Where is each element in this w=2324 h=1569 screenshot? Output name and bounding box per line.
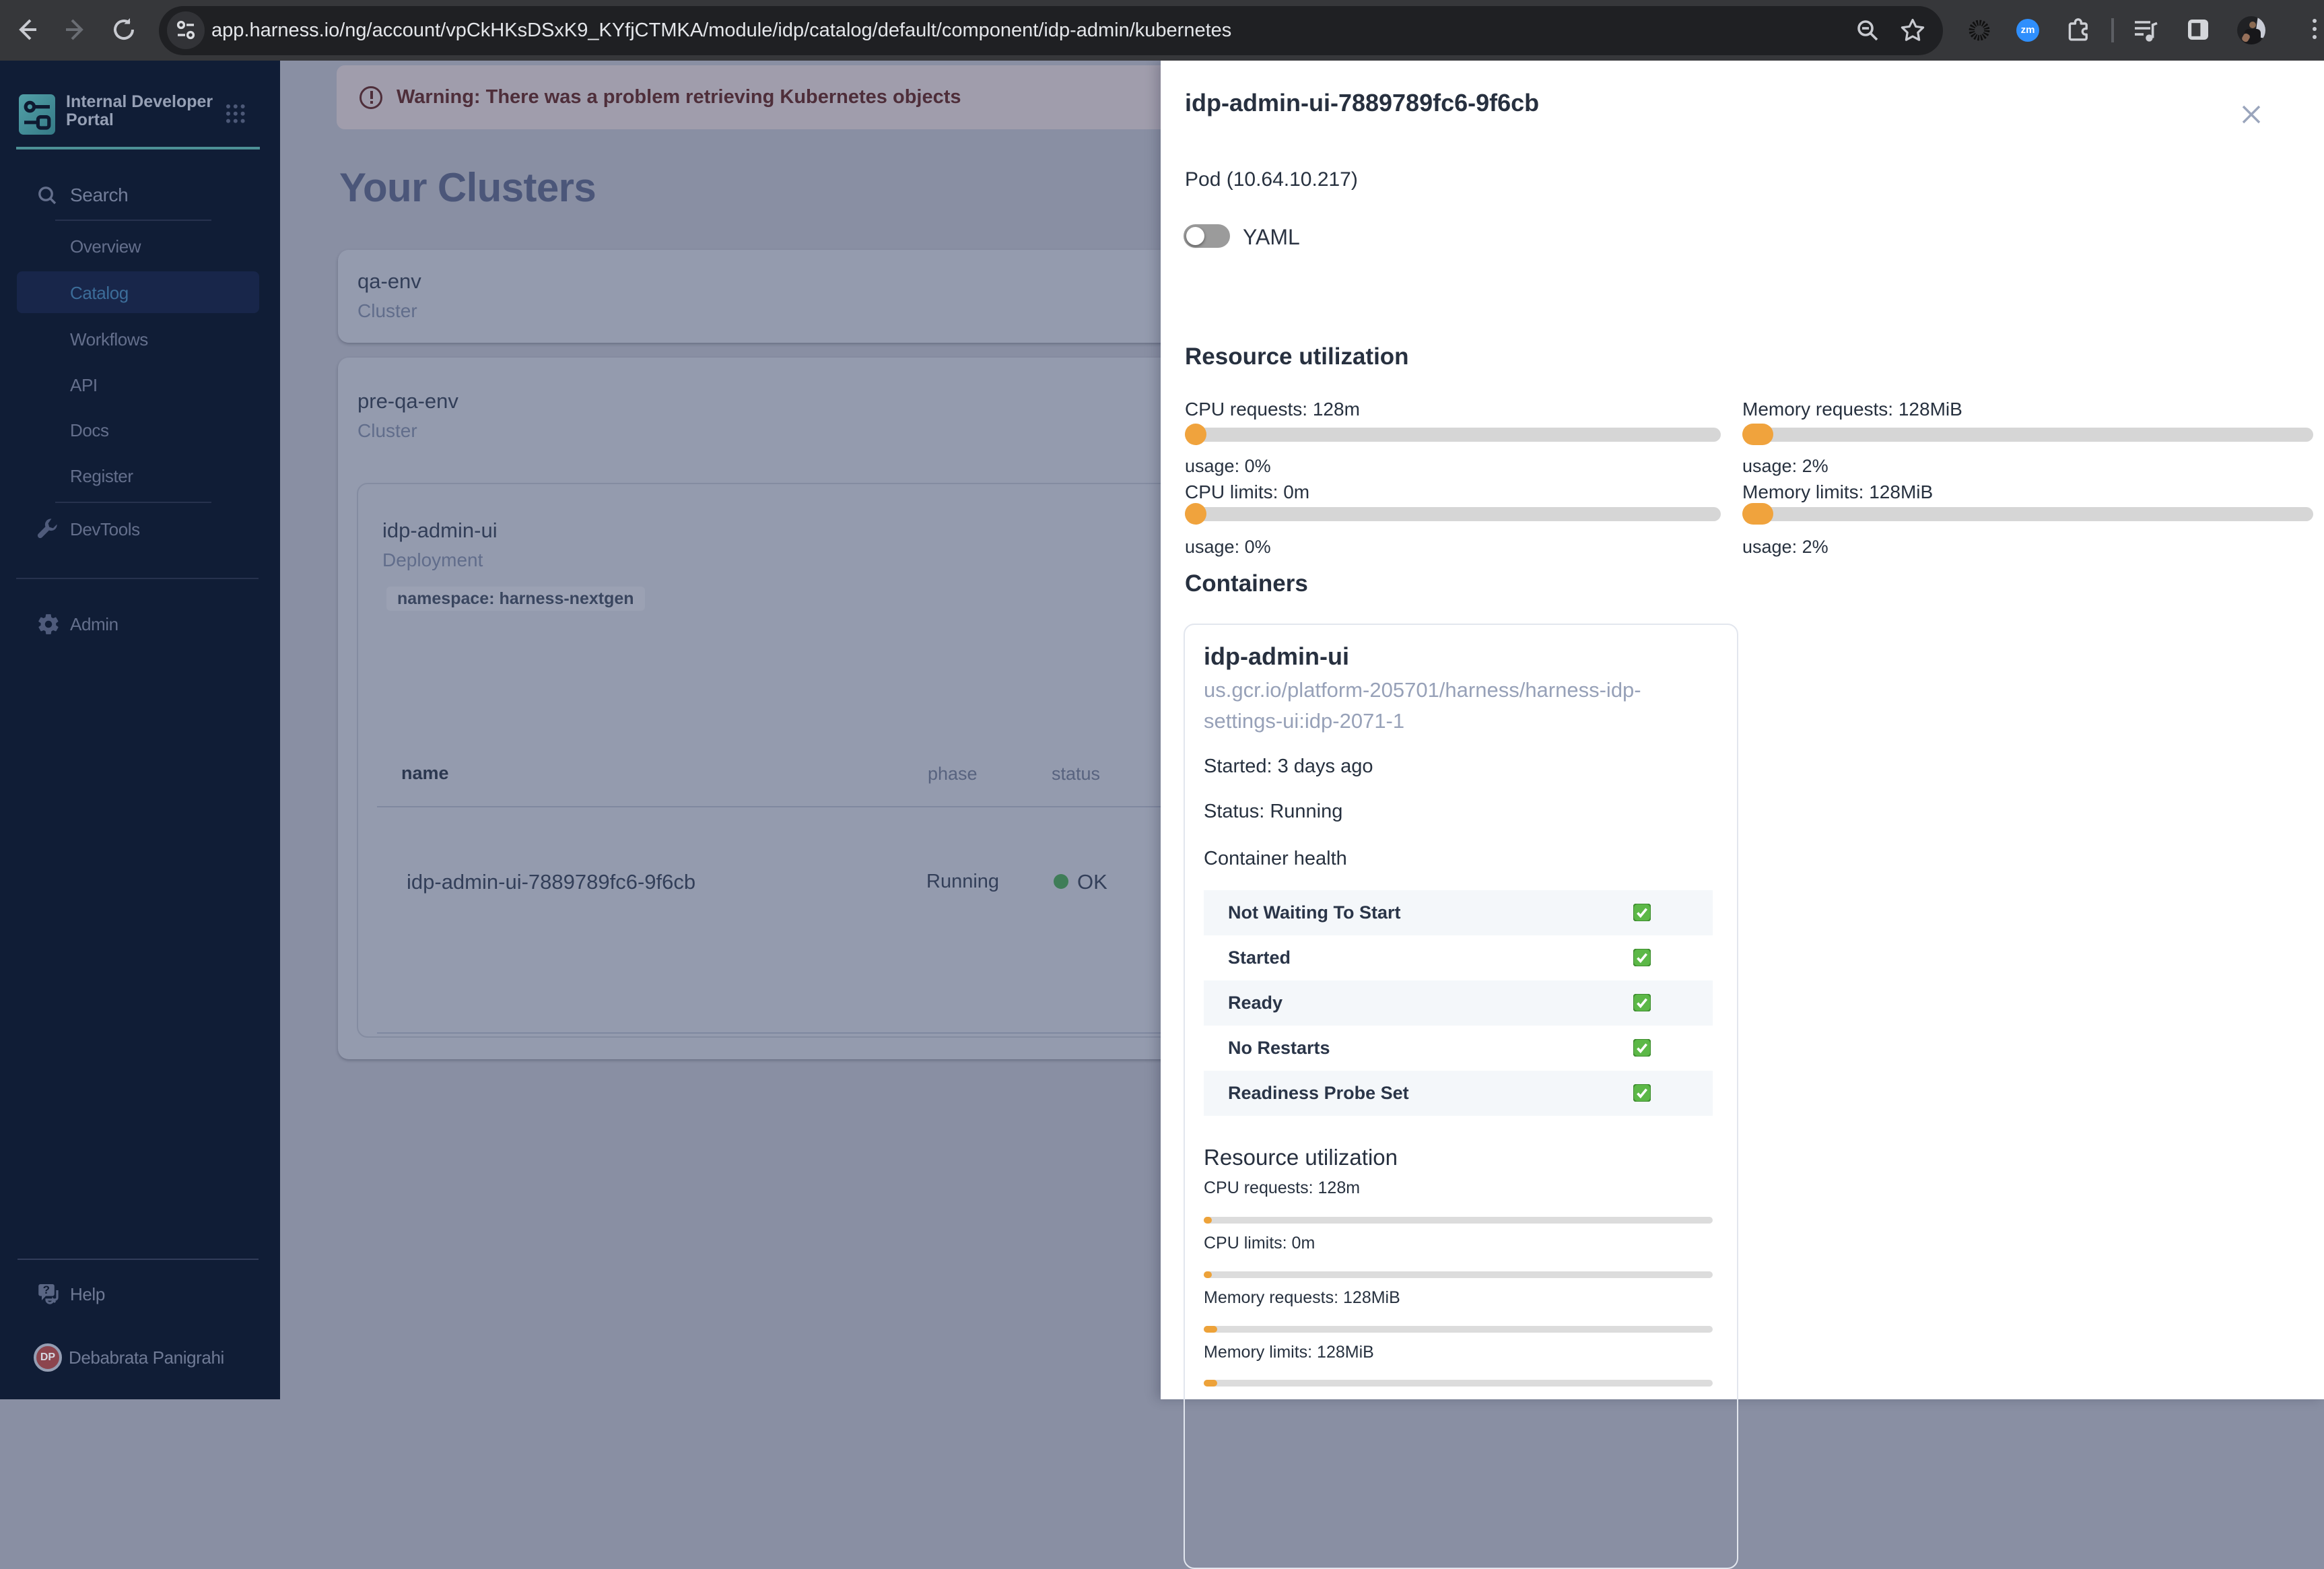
svg-text:?: ? bbox=[43, 1283, 50, 1296]
